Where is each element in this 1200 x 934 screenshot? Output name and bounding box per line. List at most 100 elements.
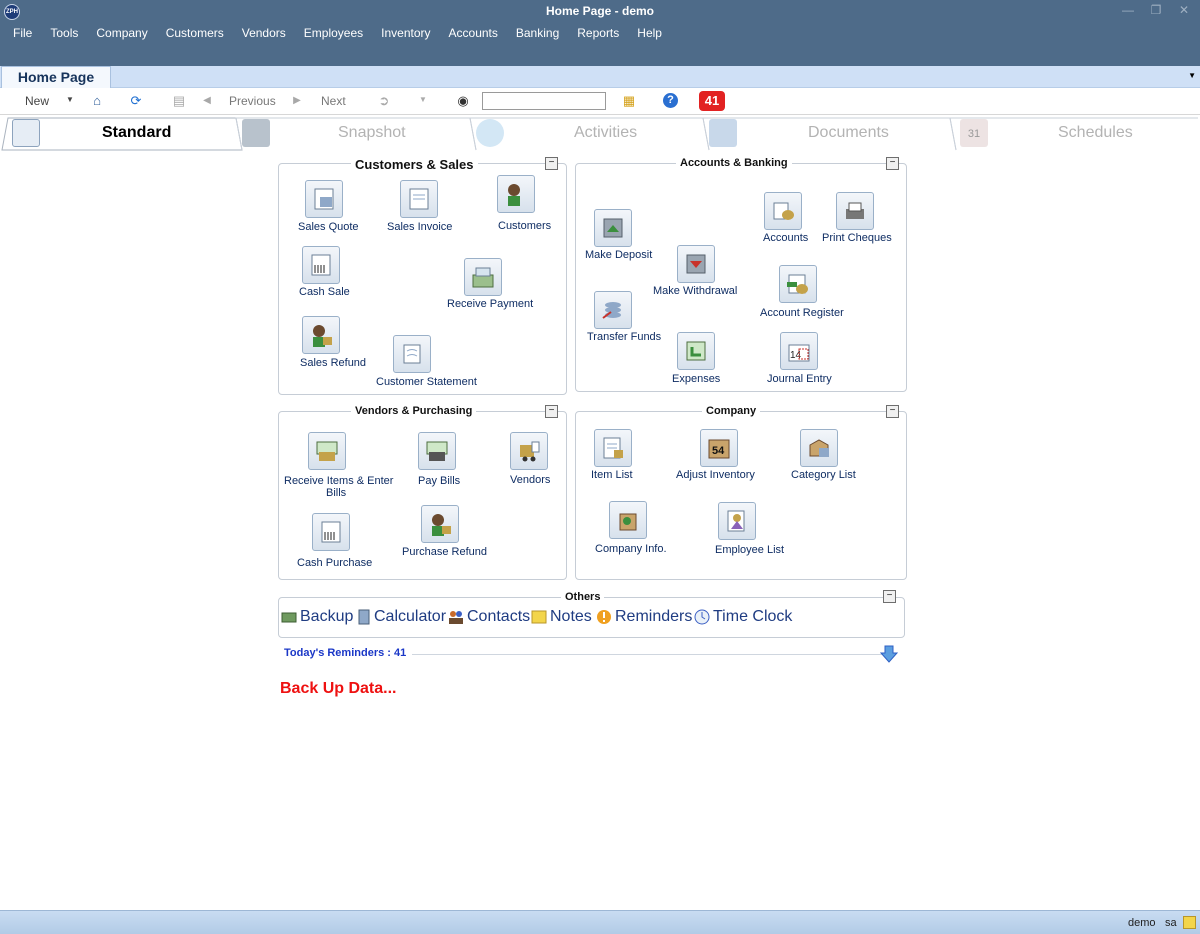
account-register-link[interactable]: Account Register xyxy=(760,307,844,319)
notes-link[interactable]: Notes xyxy=(550,608,592,626)
export-icon[interactable]: ➲ xyxy=(376,93,392,109)
journal-entry-link[interactable]: Journal Entry xyxy=(767,373,832,385)
print-cheques-link[interactable]: Print Cheques xyxy=(822,232,892,244)
accounts-icon[interactable] xyxy=(764,192,802,230)
expand-reminders-icon[interactable] xyxy=(880,645,898,663)
tab-schedules[interactable]: Schedules xyxy=(1058,124,1133,142)
expenses-icon[interactable] xyxy=(677,332,715,370)
menu-inventory[interactable]: Inventory xyxy=(372,24,439,42)
category-list-icon[interactable] xyxy=(800,429,838,467)
previous-button[interactable]: Previous xyxy=(229,94,276,108)
make-withdrawal-link[interactable]: Make Withdrawal xyxy=(653,285,737,297)
company-info-link[interactable]: Company Info. xyxy=(595,543,667,555)
new-button[interactable]: New xyxy=(25,94,49,108)
maximize-icon[interactable]: ❐ xyxy=(1144,2,1168,18)
item-list-link[interactable]: Item List xyxy=(591,469,633,481)
menu-accounts[interactable]: Accounts xyxy=(440,24,507,42)
employee-list-icon[interactable] xyxy=(718,502,756,540)
customers-icon[interactable] xyxy=(497,175,535,213)
print-cheques-icon[interactable] xyxy=(836,192,874,230)
sales-quote-icon[interactable] xyxy=(305,180,343,218)
home-icon[interactable]: ⌂ xyxy=(89,93,105,109)
help-icon[interactable]: ? xyxy=(663,93,678,108)
reminders-link[interactable]: Reminders xyxy=(615,608,692,626)
menu-banking[interactable]: Banking xyxy=(507,24,568,42)
make-deposit-icon[interactable] xyxy=(594,209,632,247)
sales-refund-icon[interactable] xyxy=(302,316,340,354)
employee-list-link[interactable]: Employee List xyxy=(715,544,784,556)
transfer-funds-icon[interactable] xyxy=(594,291,632,329)
transfer-funds-link[interactable]: Transfer Funds xyxy=(587,331,661,343)
category-list-link[interactable]: Category List xyxy=(791,469,856,481)
close-icon[interactable]: ✕ xyxy=(1172,2,1196,18)
customer-statement-icon[interactable] xyxy=(393,335,431,373)
menu-vendors[interactable]: Vendors xyxy=(233,24,295,42)
purchase-refund-icon[interactable] xyxy=(421,505,459,543)
journal-entry-icon[interactable]: 14 xyxy=(780,332,818,370)
next-button[interactable]: Next xyxy=(321,94,346,108)
collapse-vendors-purchasing-button[interactable]: − xyxy=(545,405,558,418)
sales-invoice-link[interactable]: Sales Invoice xyxy=(387,221,452,233)
new-dropdown-icon[interactable]: ▼ xyxy=(66,95,74,104)
account-register-icon[interactable] xyxy=(779,265,817,303)
previous-arrow-icon[interactable]: ◀ xyxy=(199,93,215,109)
tab-activities[interactable]: Activities xyxy=(574,124,637,142)
collapse-company-button[interactable]: − xyxy=(886,405,899,418)
tab-snapshot[interactable]: Snapshot xyxy=(338,124,406,142)
customers-link[interactable]: Customers xyxy=(498,220,551,232)
company-info-icon[interactable] xyxy=(609,501,647,539)
purchase-refund-link[interactable]: Purchase Refund xyxy=(402,546,487,558)
menu-customers[interactable]: Customers xyxy=(157,24,233,42)
backup-reminder-link[interactable]: Back Up Data... xyxy=(280,680,396,698)
notes-icon[interactable]: ▦ xyxy=(621,93,637,109)
pay-bills-icon[interactable] xyxy=(418,432,456,470)
tab-documents[interactable]: Documents xyxy=(808,124,889,142)
collapse-others-button[interactable]: − xyxy=(883,590,896,603)
cash-purchase-link[interactable]: Cash Purchase xyxy=(297,557,372,569)
calculator-link[interactable]: Calculator xyxy=(374,608,446,626)
contacts-link[interactable]: Contacts xyxy=(467,608,530,626)
export-dropdown-icon[interactable]: ▼ xyxy=(419,95,427,104)
reminders-count-badge[interactable]: 41 xyxy=(699,91,725,111)
receive-items-link[interactable]: Receive Items & Enter xyxy=(284,475,393,487)
sales-quote-link[interactable]: Sales Quote xyxy=(298,221,359,233)
menu-tools[interactable]: Tools xyxy=(41,24,87,42)
time-clock-link[interactable]: Time Clock xyxy=(713,608,792,626)
cash-sale-link[interactable]: Cash Sale xyxy=(299,286,350,298)
cash-purchase-icon[interactable] xyxy=(312,513,350,551)
backup-link[interactable]: Backup xyxy=(300,608,353,626)
adjust-inventory-icon[interactable]: 54 xyxy=(700,429,738,467)
receive-payment-link[interactable]: Receive Payment xyxy=(447,298,533,310)
refresh-icon[interactable]: ⟳ xyxy=(128,93,144,109)
binoculars-icon[interactable]: ◉ xyxy=(455,93,471,109)
item-list-icon[interactable] xyxy=(594,429,632,467)
menu-help[interactable]: Help xyxy=(628,24,671,42)
expenses-link[interactable]: Expenses xyxy=(672,373,720,385)
list-icon[interactable]: ▤ xyxy=(171,93,187,109)
make-withdrawal-icon[interactable] xyxy=(677,245,715,283)
tab-home-page[interactable]: Home Page xyxy=(1,66,111,88)
vendors-icon[interactable] xyxy=(510,432,548,470)
sales-refund-link[interactable]: Sales Refund xyxy=(300,357,366,369)
receive-payment-icon[interactable] xyxy=(464,258,502,296)
collapse-accounts-banking-button[interactable]: − xyxy=(886,157,899,170)
collapse-customers-sales-button[interactable]: − xyxy=(545,157,558,170)
customer-statement-link[interactable]: Customer Statement xyxy=(376,376,477,388)
accounts-link[interactable]: Accounts xyxy=(763,232,808,244)
menu-company[interactable]: Company xyxy=(87,24,156,42)
menu-reports[interactable]: Reports xyxy=(568,24,628,42)
receive-items-link-line2[interactable]: Bills xyxy=(326,487,346,499)
tab-dropdown-icon[interactable]: ▼ xyxy=(1188,71,1196,80)
sales-invoice-icon[interactable] xyxy=(400,180,438,218)
menu-file[interactable]: File xyxy=(4,24,41,42)
minimize-icon[interactable]: — xyxy=(1116,2,1140,18)
tab-standard[interactable]: Standard xyxy=(102,124,171,142)
vendors-link[interactable]: Vendors xyxy=(510,474,550,486)
todays-reminders-label[interactable]: Today's Reminders : 41 xyxy=(284,647,406,659)
make-deposit-link[interactable]: Make Deposit xyxy=(585,249,652,261)
receive-items-icon[interactable] xyxy=(308,432,346,470)
search-input[interactable] xyxy=(482,92,606,110)
next-arrow-icon[interactable]: ▶ xyxy=(289,93,305,109)
adjust-inventory-link[interactable]: Adjust Inventory xyxy=(676,469,755,481)
pay-bills-link[interactable]: Pay Bills xyxy=(418,475,460,487)
